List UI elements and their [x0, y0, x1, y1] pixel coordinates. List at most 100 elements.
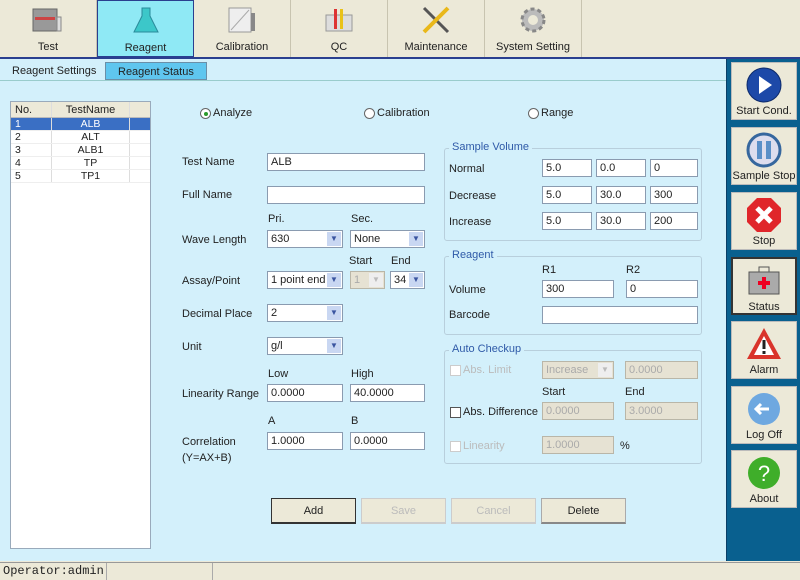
- pause-icon: [746, 132, 782, 168]
- flask-icon: [132, 7, 159, 33]
- linearity-high-input[interactable]: 40.0000: [350, 384, 425, 402]
- start-point-select: 1 ▼: [350, 271, 385, 289]
- cancel-button: Cancel: [451, 498, 536, 524]
- help-icon: ?: [748, 457, 780, 489]
- r2-volume-input[interactable]: 0: [626, 280, 698, 298]
- log-off-button[interactable]: Log Off: [731, 386, 797, 444]
- assay-select[interactable]: 1 point end ▼: [267, 271, 343, 289]
- linearity-range-label: Linearity Range: [182, 388, 260, 400]
- end-label: End: [391, 255, 411, 267]
- radio-analyze[interactable]: [200, 108, 211, 119]
- chevron-down-icon: ▼: [369, 273, 383, 287]
- correlation-label: Correlation: [182, 436, 236, 448]
- add-button[interactable]: Add: [271, 498, 356, 524]
- status-section-2: [107, 563, 213, 580]
- r2-label: R2: [626, 264, 641, 276]
- abs-limit-checkbox: [450, 365, 461, 376]
- stop-button[interactable]: Stop: [731, 192, 797, 250]
- test-name-input[interactable]: ALB: [267, 153, 425, 171]
- low-label: Low: [268, 368, 289, 380]
- r1-label: R1: [542, 264, 557, 276]
- tab-system-setting[interactable]: System Setting: [485, 0, 582, 57]
- abs-diff-end-label: End: [625, 386, 645, 398]
- start-label: Start: [349, 255, 373, 267]
- test-icon: [32, 8, 62, 32]
- full-name-input[interactable]: [267, 186, 425, 204]
- radio-calibration[interactable]: [364, 108, 375, 119]
- auto-checkup-title: Auto Checkup: [449, 343, 525, 355]
- logoff-icon: [748, 393, 780, 425]
- status-button[interactable]: Status: [731, 257, 797, 315]
- increase-extra-input[interactable]: 200: [650, 212, 698, 230]
- normal-extra-input[interactable]: 0: [650, 159, 698, 177]
- normal-diluent-input[interactable]: 0.0: [596, 159, 646, 177]
- radio-range[interactable]: [528, 108, 539, 119]
- increase-volume-input[interactable]: 5.0: [542, 212, 592, 230]
- abs-limit-label: Abs. Limit: [463, 364, 512, 376]
- linearity-unit: %: [620, 440, 630, 452]
- radio-analyze-label[interactable]: Analyze: [213, 107, 252, 119]
- play-icon: [746, 67, 782, 103]
- linearity-input: 1.0000: [542, 436, 614, 454]
- list-row[interactable]: 4 TP: [11, 157, 150, 170]
- decrease-diluent-input[interactable]: 30.0: [596, 186, 646, 204]
- b-label: B: [351, 415, 359, 427]
- list-row[interactable]: 2 ALT: [11, 131, 150, 144]
- first-aid-case-icon: [748, 266, 780, 295]
- list-row[interactable]: 3 ALB1: [11, 144, 150, 157]
- chevron-down-icon: ▼: [409, 273, 423, 287]
- assay-point-label: Assay/Point: [182, 275, 241, 287]
- abs-diff-start-label: Start: [542, 386, 566, 398]
- abs-diff-end-input: 3.0000: [625, 402, 698, 420]
- alarm-button[interactable]: Alarm: [731, 321, 797, 379]
- save-button: Save: [361, 498, 446, 524]
- decrease-volume-input[interactable]: 5.0: [542, 186, 592, 204]
- barcode-input[interactable]: [542, 306, 698, 324]
- chevron-down-icon: ▼: [327, 232, 341, 246]
- subtab-reagent-settings[interactable]: Reagent Settings: [4, 62, 105, 80]
- chevron-down-icon: ▼: [598, 363, 612, 377]
- calibration-icon: [228, 7, 255, 33]
- tools-icon: [422, 6, 450, 34]
- r1-volume-input[interactable]: 300: [542, 280, 614, 298]
- linearity-low-input[interactable]: 0.0000: [267, 384, 343, 402]
- decimal-place-select[interactable]: 2 ▼: [267, 304, 343, 322]
- decrease-extra-input[interactable]: 300: [650, 186, 698, 204]
- radio-range-label[interactable]: Range: [541, 107, 573, 119]
- unit-select[interactable]: g/l ▼: [267, 337, 343, 355]
- end-point-select[interactable]: 34 ▼: [390, 271, 425, 289]
- sec-wavelength-select[interactable]: None ▼: [350, 230, 425, 248]
- svg-text:?: ?: [758, 461, 770, 486]
- qc-icon: [325, 9, 353, 32]
- normal-volume-input[interactable]: 5.0: [542, 159, 592, 177]
- increase-diluent-input[interactable]: 30.0: [596, 212, 646, 230]
- list-header: No. TestName: [11, 102, 150, 118]
- about-button[interactable]: ? About: [731, 450, 797, 508]
- tab-calibration[interactable]: Calibration: [194, 0, 291, 57]
- test-list[interactable]: No. TestName 1 ALB 2 ALT 3 ALB1 4 TP 5 TP1: [10, 101, 151, 549]
- list-row[interactable]: 5 TP1: [11, 170, 150, 183]
- sample-stop-button[interactable]: Sample Stop: [731, 127, 797, 185]
- tab-reagent[interactable]: Reagent: [97, 0, 194, 57]
- pri-wavelength-select[interactable]: 630 ▼: [267, 230, 343, 248]
- reagent-title: Reagent: [449, 249, 497, 261]
- abs-difference-label[interactable]: Abs. Difference: [463, 406, 538, 418]
- full-name-label: Full Name: [182, 189, 233, 201]
- correlation-formula-label: (Y=AX+B): [182, 452, 232, 464]
- chevron-down-icon: ▼: [327, 273, 341, 287]
- tab-test[interactable]: Test: [0, 0, 97, 57]
- correlation-b-input[interactable]: 0.0000: [350, 432, 425, 450]
- start-cond-button[interactable]: Start Cond.: [731, 62, 797, 120]
- delete-button[interactable]: Delete: [541, 498, 626, 524]
- tab-maintenance[interactable]: Maintenance: [388, 0, 485, 57]
- tab-qc[interactable]: QC: [291, 0, 388, 57]
- subtab-reagent-status[interactable]: Reagent Status: [105, 62, 207, 80]
- sec-label: Sec.: [351, 213, 374, 225]
- list-row[interactable]: 1 ALB: [11, 118, 150, 131]
- correlation-a-input[interactable]: 1.0000: [267, 432, 343, 450]
- normal-label: Normal: [449, 163, 485, 175]
- radio-calibration-label[interactable]: Calibration: [377, 107, 430, 119]
- test-name-label: Test Name: [182, 156, 235, 168]
- abs-difference-checkbox[interactable]: [450, 407, 461, 418]
- linearity-label: Linearity: [463, 440, 505, 452]
